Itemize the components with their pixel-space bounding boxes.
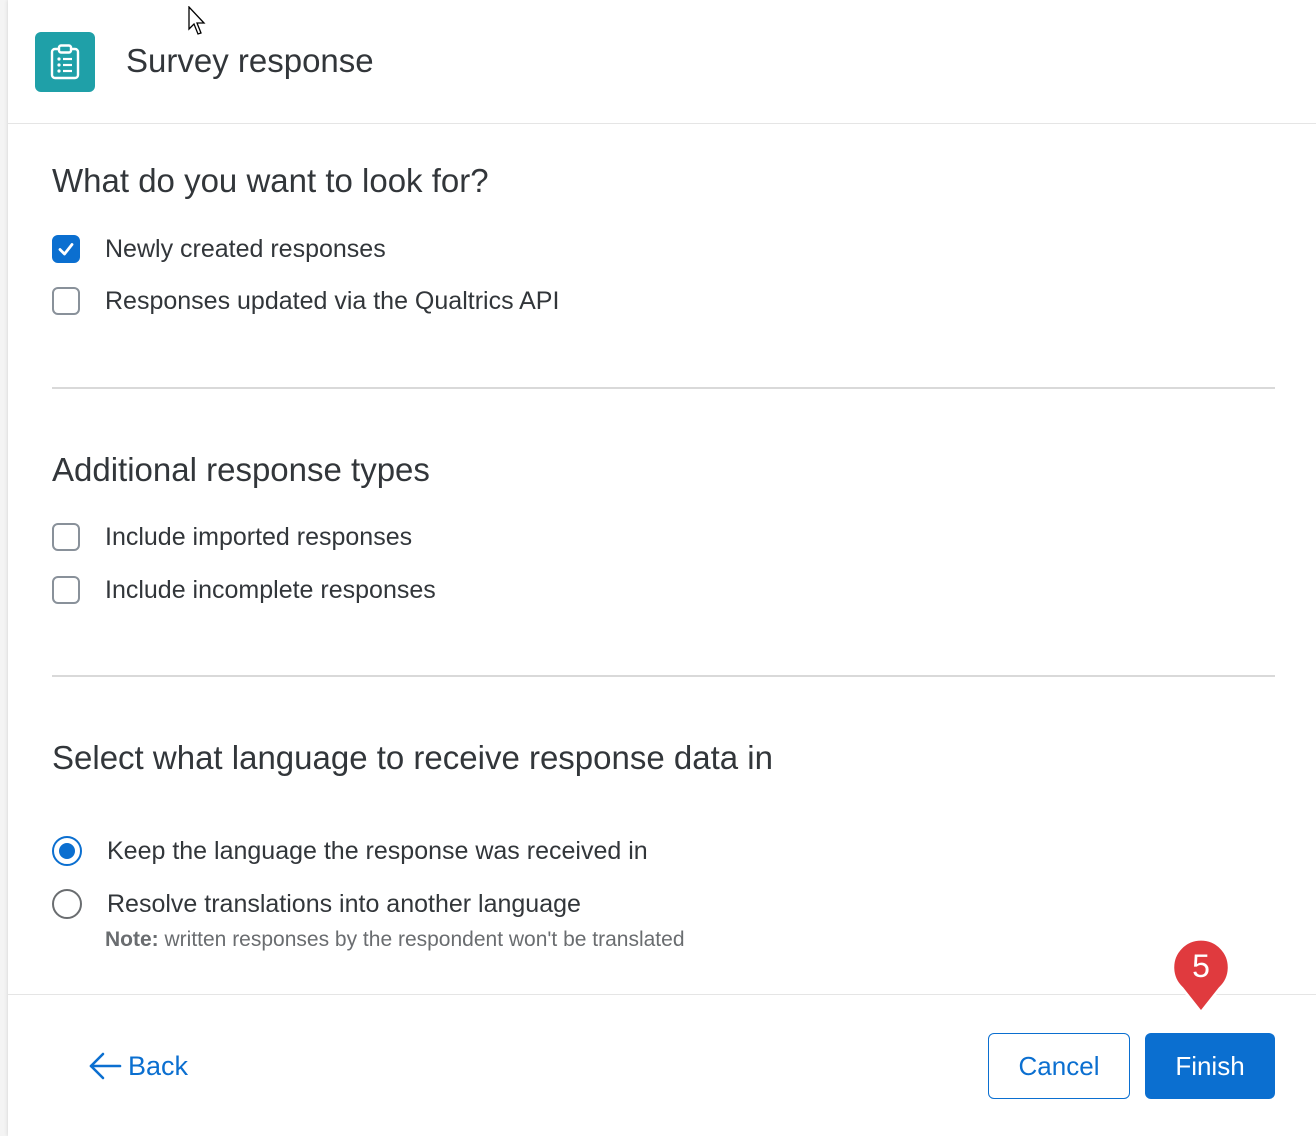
option-label: Responses updated via the Qualtrics API <box>105 286 560 315</box>
checkbox-checked-icon[interactable] <box>52 235 80 263</box>
back-label: Back <box>128 1050 189 1081</box>
section-divider <box>52 675 1275 677</box>
clipboard-list-icon <box>35 32 95 92</box>
option-label: Include imported responses <box>105 522 413 551</box>
option-label: Newly created responses <box>105 234 386 263</box>
section-divider <box>52 387 1275 389</box>
survey-response-dialog: Survey response What do you want to look… <box>8 0 1316 1136</box>
back-button[interactable]: Back <box>88 1046 188 1086</box>
checkbox-updated-via-api[interactable]: Responses updated via the Qualtrics API <box>52 285 559 317</box>
radio-unselected-icon[interactable] <box>52 889 82 919</box>
checkbox-newly-created[interactable]: Newly created responses <box>52 233 386 265</box>
option-label: Include incomplete responses <box>105 575 436 604</box>
translation-note: Note: written responses by the responden… <box>105 928 685 952</box>
note-prefix: Note: <box>105 928 159 951</box>
section-title-additional: Additional response types <box>52 451 430 488</box>
checkbox-imported-responses[interactable]: Include imported responses <box>52 521 412 553</box>
footer-divider <box>8 994 1316 995</box>
dialog-title: Survey response <box>126 42 374 79</box>
mouse-cursor-icon <box>188 6 206 35</box>
checkbox-unchecked-icon[interactable] <box>52 576 80 604</box>
checkbox-incomplete-responses[interactable]: Include incomplete responses <box>52 574 436 606</box>
section-title-look-for: What do you want to look for? <box>52 162 489 199</box>
option-label: Keep the language the response was recei… <box>107 836 648 865</box>
radio-keep-language[interactable]: Keep the language the response was recei… <box>52 835 648 867</box>
step-marker-number: 5 <box>1192 948 1210 984</box>
checkbox-unchecked-icon[interactable] <box>52 287 80 315</box>
arrow-left-icon <box>89 1052 122 1080</box>
cancel-button[interactable]: Cancel <box>988 1033 1130 1099</box>
finish-button[interactable]: Finish <box>1145 1033 1275 1099</box>
radio-selected-icon[interactable] <box>52 836 82 866</box>
backdrop <box>0 0 8 1136</box>
note-text: written responses by the respondent won'… <box>158 928 685 951</box>
section-title-language: Select what language to receive response… <box>52 739 773 776</box>
option-label: Resolve translations into another langua… <box>107 889 581 918</box>
checkbox-unchecked-icon[interactable] <box>52 523 80 551</box>
radio-resolve-translations[interactable]: Resolve translations into another langua… <box>52 888 581 920</box>
